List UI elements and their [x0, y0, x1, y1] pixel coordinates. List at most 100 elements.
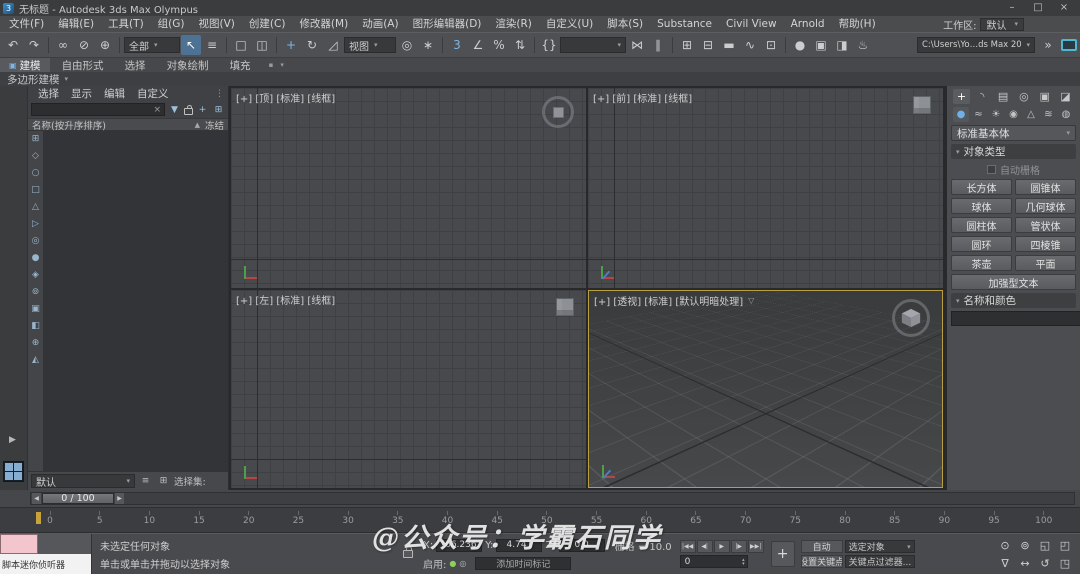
name-column-header[interactable]: 名称(按升序排序)	[32, 118, 190, 132]
explorer-filter-icon[interactable]: ○	[32, 168, 40, 178]
explorer-filter-icon[interactable]: □	[31, 185, 40, 195]
add-time-tag-field[interactable]: 添加时间标记	[475, 557, 571, 570]
window-crossing-toggle[interactable]: ◫	[252, 35, 272, 55]
selection-lock-toggle[interactable]	[403, 550, 413, 558]
grid-view-icon[interactable]: ⊞	[156, 476, 171, 486]
command-panel-tab[interactable]: ◎	[1015, 89, 1032, 104]
z-coordinate-field[interactable]: 0.0	[559, 539, 605, 552]
ribbon-pin-icon[interactable]: ▪	[269, 61, 274, 69]
render-setup-button[interactable]: ▣	[811, 35, 831, 55]
primitive-button[interactable]: 几何球体	[1015, 198, 1076, 214]
primitive-button[interactable]: 圆柱体	[951, 217, 1012, 233]
explorer-search-input[interactable]: ×	[31, 103, 165, 116]
project-folder-combo[interactable]: C:\Users\Yo…ds Max 202… ▾	[917, 37, 1035, 53]
ribbon-tab[interactable]: 自由形式	[50, 58, 113, 72]
viewport-display-icon[interactable]	[1061, 39, 1077, 51]
scene-explorer-menu-item[interactable]: 自定义	[131, 86, 175, 102]
viewport-nav-icon[interactable]: ↔	[1020, 557, 1029, 570]
select-by-name-button[interactable]: ≡	[202, 35, 222, 55]
command-panel-tab[interactable]: ◝	[974, 89, 991, 104]
clear-search-icon[interactable]: ×	[153, 105, 161, 115]
explorer-filter-icon[interactable]: ⊞	[32, 134, 40, 144]
viewport-label[interactable]: [+] [顶] [标准] [线框]	[236, 90, 335, 105]
explorer-column-header[interactable]: 名称(按升序排序) ▲ 冻结	[28, 118, 228, 131]
primitive-button[interactable]: 四棱锥	[1015, 236, 1076, 252]
menu-item[interactable]: 视图(V)	[192, 16, 242, 32]
explorer-filter-icon[interactable]: ⊕	[32, 338, 40, 348]
select-object-button[interactable]: ↖	[181, 35, 201, 55]
spinner-down-icon[interactable]: ▾	[742, 562, 745, 566]
auto-key-button[interactable]: 自动	[801, 540, 843, 553]
layer-default-combo[interactable]: 默认 ▾	[31, 474, 135, 488]
primitive-category-combo[interactable]: 标准基本体 ▾	[951, 125, 1076, 141]
snaps-toggle-3d[interactable]: 3	[447, 35, 467, 55]
viewport-filter-icon[interactable]: ▽	[748, 296, 754, 305]
explorer-view-grid-icon[interactable]: ⊞	[212, 105, 225, 115]
curve-editor-button[interactable]: ∿	[740, 35, 760, 55]
command-panel-tab[interactable]: ▣	[1036, 89, 1053, 104]
polygon-modeling-label[interactable]: 多边形建模	[7, 72, 60, 87]
viewport-label[interactable]: [+] [透视] [标准] [默认明暗处理]	[594, 293, 743, 308]
time-slider-handle[interactable]: 0 / 100	[42, 493, 114, 504]
mini-listener-field[interactable]: 脚本迷你侦听器	[0, 554, 91, 574]
explorer-filter-icon[interactable]: ◎	[32, 236, 40, 246]
redo-button[interactable]: ↷	[24, 35, 44, 55]
object-type-rollout-header[interactable]: ▾ 对象类型	[951, 144, 1076, 159]
viewport-label[interactable]: [+] [左] [标准] [线框]	[236, 292, 335, 307]
name-color-rollout-header[interactable]: ▾ 名称和颜色	[951, 293, 1076, 308]
maximize-button[interactable]: □	[1025, 0, 1051, 16]
time-slider-track[interactable]: ◀ 0 / 100 ▶	[30, 492, 1075, 505]
primitive-button[interactable]: 平面	[1015, 255, 1076, 271]
menu-item[interactable]: 帮助(H)	[832, 16, 883, 32]
viewport-nav-icon[interactable]: ↺	[1040, 557, 1049, 570]
explorer-filter-icon[interactable]: ▣	[31, 304, 40, 314]
command-panel-tab[interactable]: +	[953, 89, 970, 104]
transport-button[interactable]: ◀|	[697, 540, 713, 553]
ribbon-tab[interactable]: 选择	[113, 58, 155, 72]
scene-explorer-menu-item[interactable]: 显示	[65, 86, 98, 102]
viewport-left[interactable]: [+] [左] [标准] [线框]	[231, 290, 586, 488]
ribbon-tab[interactable]: 对象绘制	[155, 58, 218, 72]
lock-explorer-icon[interactable]	[184, 108, 193, 115]
explorer-filter-icon[interactable]: ●	[32, 253, 40, 263]
close-button[interactable]: ×	[1051, 0, 1077, 16]
scene-explorer-menu-item[interactable]: 编辑	[98, 86, 131, 102]
create-category-icon[interactable]: ◍	[1058, 107, 1074, 122]
ribbon-tab[interactable]: ▣ 建模	[0, 58, 50, 72]
list-view-icon[interactable]: ≡	[138, 476, 153, 486]
filter-funnel-icon[interactable]: ▼	[168, 105, 181, 115]
current-frame-field[interactable]: 0 ▴ ▾	[680, 555, 748, 568]
align-button[interactable]: ∥	[648, 35, 668, 55]
primitive-button[interactable]: 长方体	[951, 179, 1012, 195]
selected-objects-combo[interactable]: 选定对象 ▾	[845, 540, 915, 553]
select-and-link-button[interactable]: ∞	[53, 35, 73, 55]
primitive-button-text-plus[interactable]: 加强型文本	[951, 274, 1076, 290]
macro-recorder-field[interactable]	[0, 534, 38, 554]
create-category-icon[interactable]: ☀	[988, 107, 1004, 122]
explorer-filter-icon[interactable]: ◇	[32, 151, 39, 161]
workspace-combo[interactable]: 默认 ▾	[980, 18, 1024, 31]
transport-button[interactable]: ▶	[714, 540, 730, 553]
viewport-perspective[interactable]: [+] [透视] [标准] [默认明暗处理] ▽	[588, 290, 943, 488]
viewport-layout-tabs[interactable]	[3, 461, 24, 482]
unlink-selection-button[interactable]: ⊘	[74, 35, 94, 55]
frozen-column-header[interactable]: 冻结	[205, 118, 224, 132]
next-frame-arrow[interactable]: ▶	[115, 493, 124, 504]
autogrid-checkbox[interactable]	[987, 165, 996, 174]
create-category-icon[interactable]: ●	[953, 107, 969, 122]
menu-item[interactable]: Arnold	[784, 16, 832, 32]
maxscript-mini-listener[interactable]: 脚本迷你侦听器	[0, 534, 92, 574]
transport-button[interactable]: |▶	[731, 540, 747, 553]
scene-object-list[interactable]	[43, 131, 228, 471]
explorer-filter-icon[interactable]: ⊚	[32, 287, 40, 297]
command-panel-tab[interactable]: ▤	[995, 89, 1012, 104]
viewport-nav-icon[interactable]: ⊙	[1000, 539, 1009, 552]
toggle-ribbon-button[interactable]: ▬	[719, 35, 739, 55]
toolbar-overflow-button[interactable]: »	[1038, 35, 1058, 55]
primitive-button[interactable]: 圆锥体	[1015, 179, 1076, 195]
object-name-input[interactable]	[951, 311, 1080, 326]
selection-filter-combo[interactable]: 全部 ▾	[124, 37, 180, 53]
menu-item[interactable]: 脚本(S)	[600, 16, 650, 32]
select-and-rotate-button[interactable]: ↻	[302, 35, 322, 55]
menu-item[interactable]: 编辑(E)	[51, 16, 101, 32]
